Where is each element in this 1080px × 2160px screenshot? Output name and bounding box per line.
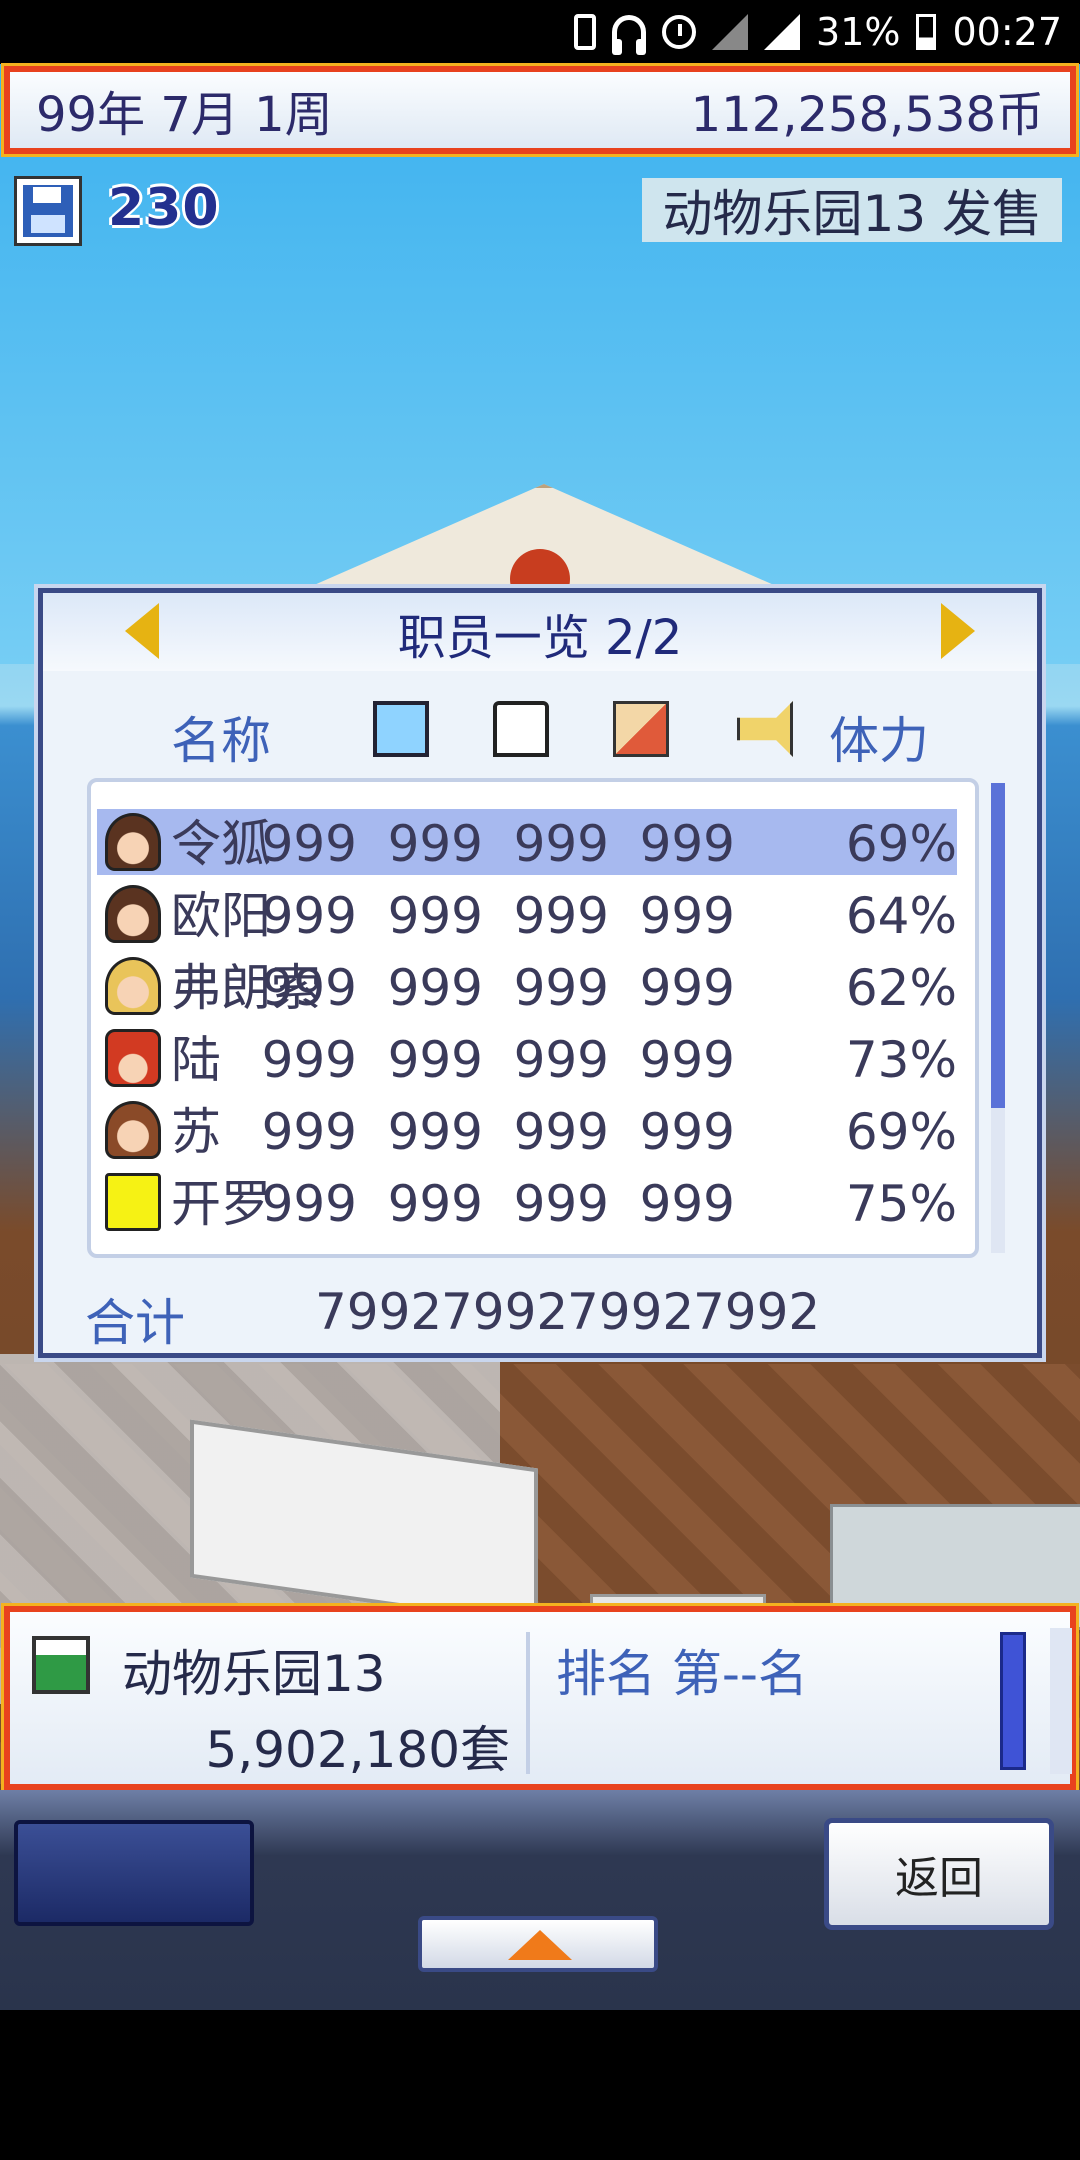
back-button[interactable]: 返回: [824, 1818, 1054, 1930]
staff-avatar-icon: [105, 1173, 161, 1231]
stat-program: 999: [261, 887, 357, 945]
stat-graphics: 999: [513, 815, 609, 873]
staff-row[interactable]: 开罗 999 999 999 999 75%: [97, 1169, 957, 1235]
stat-stamina: 62%: [845, 959, 957, 1017]
total-program: 7992: [315, 1283, 443, 1341]
staff-avatar-icon: [105, 1029, 161, 1087]
staff-row[interactable]: 陆 999 999 999 999 73%: [97, 1025, 957, 1091]
no-signal-icon: [712, 14, 749, 50]
next-page-arrow-icon[interactable]: [941, 603, 975, 659]
status-icons: 31% 00:27: [574, 8, 1062, 56]
panel-title-text: 职员一览 2/2: [397, 610, 683, 666]
stat-program: 999: [261, 1103, 357, 1161]
stat-stamina: 64%: [845, 887, 957, 945]
product-scrollbar[interactable]: [1050, 1628, 1072, 1774]
column-header-stamina: 体力: [829, 712, 929, 770]
vibrate-icon: [574, 14, 597, 50]
alarm-icon: [662, 15, 697, 49]
stat-graphics: 999: [513, 1031, 609, 1089]
staff-avatar-icon: [105, 813, 161, 871]
staff-name: 苏: [171, 1103, 221, 1161]
stat-sound: 999: [639, 815, 735, 873]
rank-bar: [1000, 1632, 1026, 1770]
headphones-icon: [612, 15, 647, 55]
product-info-bar[interactable]: 动物乐园13 5,902,180套 排名 第--名: [1, 1603, 1079, 1793]
signal-icon: [764, 14, 801, 50]
programming-stat-icon: [373, 701, 429, 757]
floppy-icon: [23, 185, 73, 237]
menu-button[interactable]: [14, 1820, 254, 1926]
total-graphics: 7992: [567, 1283, 695, 1341]
battery-percent: 31%: [816, 10, 901, 54]
product-name: 动物乐园13: [122, 1645, 386, 1703]
staff-list-scroll-thumb[interactable]: [991, 783, 1005, 1108]
prev-page-arrow-icon[interactable]: [125, 603, 159, 659]
graphics-stat-icon: [613, 701, 669, 757]
stat-graphics: 999: [513, 1103, 609, 1161]
stat-program: 999: [261, 959, 357, 1017]
staff-list-panel: 职员一览 2/2 名称 体力 令狐 999 999 999 999 69% 欧阳…: [38, 588, 1042, 1358]
stat-scenario: 999: [387, 887, 483, 945]
total-sound: 7992: [693, 1283, 821, 1341]
stat-program: 999: [261, 1031, 357, 1089]
panel-title: 职员一览 2/2: [43, 593, 1037, 671]
sound-stat-icon: [737, 701, 793, 757]
stat-scenario: 999: [387, 815, 483, 873]
clock: 00:27: [952, 10, 1062, 54]
save-count: 230: [108, 178, 220, 238]
stat-stamina: 69%: [845, 1103, 957, 1161]
stat-sound: 999: [639, 1103, 735, 1161]
staff-avatar-icon: [105, 1101, 161, 1159]
stat-sound: 999: [639, 959, 735, 1017]
divider: [526, 1632, 530, 1774]
staff-row[interactable]: 令狐 999 999 999 999 69%: [97, 809, 957, 875]
stat-stamina: 69%: [845, 815, 957, 873]
column-header-name: 名称: [171, 712, 271, 770]
stat-program: 999: [261, 815, 357, 873]
stat-scenario: 999: [387, 1031, 483, 1089]
stat-graphics: 999: [513, 1175, 609, 1233]
stat-stamina: 73%: [845, 1031, 957, 1089]
stat-program: 999: [261, 1175, 357, 1233]
staff-avatar-icon: [105, 957, 161, 1015]
money-display: 112,258,538币: [690, 87, 1044, 143]
game-date: 99年 7月 1周: [36, 87, 333, 143]
scenario-stat-icon: [493, 701, 549, 757]
event-banner: 动物乐园13 发售: [642, 178, 1062, 243]
product-sales: 5,902,180套: [205, 1721, 510, 1779]
stat-graphics: 999: [513, 887, 609, 945]
status-bar: 31% 00:27: [0, 0, 1080, 64]
stat-scenario: 999: [387, 1175, 483, 1233]
product-rank: 排名 第--名: [556, 1645, 808, 1703]
stat-stamina: 75%: [845, 1175, 957, 1233]
stat-scenario: 999: [387, 1103, 483, 1161]
staff-name: 陆: [171, 1031, 221, 1089]
stat-scenario: 999: [387, 959, 483, 1017]
stat-sound: 999: [639, 1175, 735, 1233]
total-label: 合计: [85, 1294, 185, 1352]
save-disk-icon[interactable]: [14, 176, 82, 246]
staff-row[interactable]: 弗朗索 999 999 999 999 62%: [97, 953, 957, 1019]
total-scenario: 7992: [441, 1283, 569, 1341]
staff-avatar-icon: [105, 885, 161, 943]
battery-icon: [916, 14, 937, 50]
staff-row[interactable]: 欧阳 999 999 999 999 64%: [97, 881, 957, 947]
expand-up-button[interactable]: [418, 1916, 658, 1972]
game-cartridge-icon: [32, 1636, 90, 1694]
stat-sound: 999: [639, 1031, 735, 1089]
staff-row[interactable]: 苏 999 999 999 999 69%: [97, 1097, 957, 1163]
stat-sound: 999: [639, 887, 735, 945]
stat-graphics: 999: [513, 959, 609, 1017]
up-arrow-icon: [508, 1930, 572, 1960]
top-info-bar: 99年 7月 1周 112,258,538币: [1, 63, 1079, 157]
